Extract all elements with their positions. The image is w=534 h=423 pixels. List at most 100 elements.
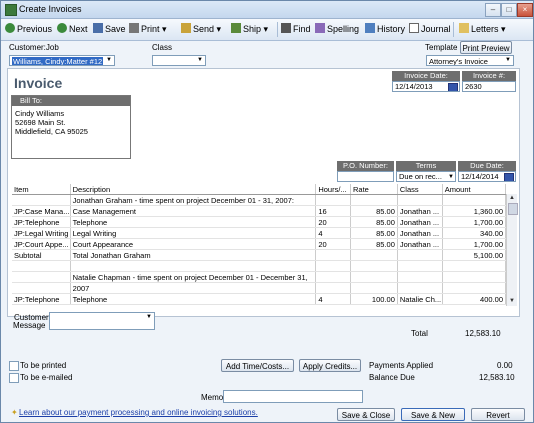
cell-amount[interactable]: 400.00	[442, 293, 507, 305]
cell-description[interactable]: Telephone	[70, 216, 317, 228]
cell-amount[interactable]: 1,700.00	[442, 216, 507, 228]
table-row[interactable]: Natalie Chapman - time spent on project …	[12, 271, 507, 283]
customer-message-combo[interactable]: ▼	[49, 312, 155, 330]
cell-class[interactable]: Natalie Ch...	[397, 293, 443, 305]
cell-item[interactable]: JP:Legal Writing	[12, 227, 71, 239]
cell-amount[interactable]	[442, 282, 507, 294]
cell-item[interactable]: JP:Case Mana...	[12, 205, 71, 217]
maximize-button[interactable]: □	[501, 3, 517, 17]
cell-item[interactable]: JP:Telephone	[12, 216, 71, 228]
table-row[interactable]: 2007	[12, 282, 507, 294]
column-header[interactable]: Item	[12, 184, 71, 195]
letters-dropdown-icon[interactable]: ▾	[501, 24, 506, 34]
table-row[interactable]: Jonathan Graham - time spent on project …	[12, 194, 507, 206]
table-row[interactable]: JP:Telephone Telephone 4 100.00 Natalie Ch..…	[12, 293, 507, 305]
cell-item[interactable]: Subtotal	[12, 249, 71, 261]
cell-item[interactable]	[12, 194, 71, 206]
cell-class[interactable]	[397, 194, 443, 206]
cell-item[interactable]: JP:Telephone	[12, 293, 71, 305]
po-number-field[interactable]	[337, 171, 394, 182]
cell-item[interactable]: JP:Court Appe...	[12, 238, 71, 250]
cell-rate[interactable]	[350, 271, 398, 283]
chevron-down-icon[interactable]: ▼	[104, 56, 114, 65]
chevron-down-icon[interactable]: ▼	[195, 56, 205, 65]
minimize-button[interactable]: –	[485, 3, 501, 17]
cell-class[interactable]	[397, 282, 443, 294]
next-button[interactable]: Next	[57, 23, 88, 36]
calendar-icon[interactable]	[448, 83, 458, 91]
revert-button[interactable]: Revert	[471, 408, 525, 421]
class-combo[interactable]: ▼	[152, 55, 206, 66]
cell-item[interactable]	[12, 271, 71, 283]
cell-rate[interactable]	[350, 282, 398, 294]
print-button[interactable]: Print ▾	[129, 23, 167, 36]
cell-description[interactable]: Court Appearance	[70, 238, 317, 250]
save-close-button[interactable]: Save & Close	[337, 408, 395, 421]
template-combo[interactable]: Attorney's Invoice ▼	[426, 55, 514, 66]
cell-hours[interactable]	[315, 194, 351, 206]
invoice-number-field[interactable]: 2630	[462, 81, 516, 92]
cell-amount[interactable]: 340.00	[442, 227, 507, 239]
add-time-costs-button[interactable]: Add Time/Costs...	[221, 359, 294, 372]
letters-button[interactable]: Letters ▾	[459, 23, 506, 36]
cell-rate[interactable]: 85.00	[350, 216, 398, 228]
table-row[interactable]: JP:Telephone Telephone 20 85.00 Jonathan ...…	[12, 216, 507, 228]
table-scrollbar[interactable]: ▲ ▼	[506, 194, 518, 306]
journal-button[interactable]: Journal	[409, 23, 451, 36]
table-row[interactable]: Subtotal Total Jonathan Graham 5,100.00	[12, 249, 507, 261]
ship-dropdown-icon[interactable]: ▾	[264, 24, 269, 34]
invoice-date-field[interactable]: 12/14/2013	[392, 81, 460, 92]
calendar-icon[interactable]	[504, 173, 514, 181]
cell-rate[interactable]: 85.00	[350, 227, 398, 239]
table-row[interactable]: JP:Court Appe... Court Appearance 20 85.00 J…	[12, 238, 507, 250]
previous-button[interactable]: Previous	[5, 23, 52, 36]
to-be-printed-checkbox[interactable]	[9, 361, 19, 371]
cell-hours[interactable]: 20	[315, 238, 351, 250]
print-preview-button[interactable]: Print Preview	[460, 41, 512, 54]
cell-item[interactable]	[12, 282, 71, 294]
cell-rate[interactable]: 100.00	[350, 293, 398, 305]
apply-credits-button[interactable]: Apply Credits...	[299, 359, 361, 372]
cell-class[interactable]	[397, 249, 443, 261]
column-header[interactable]: Class	[397, 184, 443, 195]
customer-job-combo[interactable]: Williams, Cindy:Matter #12 ▼	[9, 55, 115, 66]
bill-to-box[interactable]: Bill To: Cindy Williams 52698 Main St. M…	[11, 95, 131, 159]
column-header[interactable]: Hours/...	[315, 184, 351, 195]
send-dropdown-icon[interactable]: ▾	[217, 24, 222, 34]
cell-amount[interactable]: 1,700.00	[442, 238, 507, 250]
cell-class[interactable]: Jonathan ...	[397, 227, 443, 239]
cell-amount[interactable]: 5,100.00	[442, 249, 507, 261]
cell-hours[interactable]	[315, 271, 351, 283]
cell-description[interactable]	[70, 260, 317, 272]
close-button[interactable]: ×	[517, 3, 533, 17]
cell-amount[interactable]	[442, 260, 507, 272]
cell-rate[interactable]	[350, 194, 398, 206]
cell-description[interactable]: Telephone	[70, 293, 317, 305]
cell-class[interactable]	[397, 260, 443, 272]
learn-more-link[interactable]: Learn about our payment processing and o…	[19, 408, 258, 417]
cell-amount[interactable]	[442, 271, 507, 283]
cell-description[interactable]: Jonathan Graham - time spent on project …	[70, 194, 317, 206]
due-date-field[interactable]: 12/14/2014	[458, 171, 516, 182]
chevron-down-icon[interactable]: ▼	[144, 313, 154, 322]
cell-hours[interactable]	[315, 282, 351, 294]
find-button[interactable]: Find	[281, 23, 311, 36]
table-row[interactable]	[12, 260, 507, 272]
column-header[interactable]: Rate	[350, 184, 398, 195]
chevron-down-icon[interactable]: ▼	[448, 172, 454, 181]
table-row[interactable]: JP:Case Mana... Case Management 16 85.00 Jon…	[12, 205, 507, 217]
cell-hours[interactable]: 4	[315, 227, 351, 239]
cell-description[interactable]: Legal Writing	[70, 227, 317, 239]
cell-hours[interactable]	[315, 249, 351, 261]
cell-description[interactable]: Natalie Chapman - time spent on project …	[70, 271, 317, 283]
save-button[interactable]: Save	[93, 23, 126, 36]
table-row[interactable]: JP:Legal Writing Legal Writing 4 85.00 Jonat…	[12, 227, 507, 239]
cell-hours[interactable]: 16	[315, 205, 351, 217]
scroll-up-icon[interactable]: ▲	[507, 194, 517, 203]
cell-class[interactable]: Jonathan ...	[397, 205, 443, 217]
save-new-button[interactable]: Save & New	[401, 408, 465, 421]
send-button[interactable]: Send ▾	[181, 23, 221, 36]
cell-class[interactable]: Jonathan ...	[397, 216, 443, 228]
cell-class[interactable]	[397, 271, 443, 283]
cell-description[interactable]: 2007	[70, 282, 317, 294]
